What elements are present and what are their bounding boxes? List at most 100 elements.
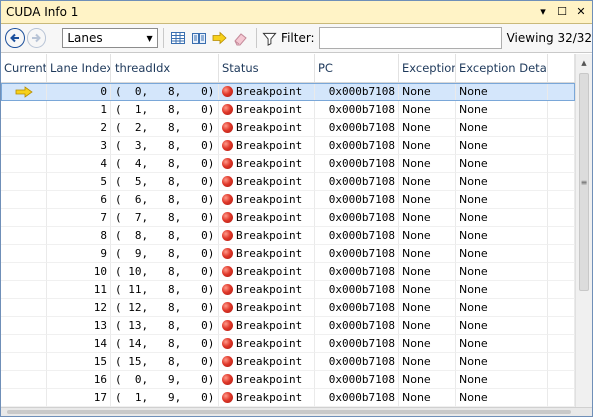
- exception-cell-text: None: [402, 265, 431, 278]
- status-cell: Breakpoint: [219, 389, 315, 407]
- table-row[interactable]: 10 ( 10, 8, 0) Breakpoint 0x000b7108 None Non…: [1, 263, 575, 281]
- table-row[interactable]: 15 ( 15, 8, 0) Breakpoint 0x000b7108 None Non…: [1, 353, 575, 371]
- horizontal-scrollbar[interactable]: [1, 407, 592, 416]
- exception-cell-text: None: [402, 283, 431, 296]
- exception-cell: None: [399, 317, 456, 335]
- threadidx-cell-text: ( 12, 8, 0): [115, 301, 215, 314]
- vertical-scroll-thumb[interactable]: ≡: [579, 73, 589, 291]
- horizontal-scroll-thumb[interactable]: [7, 410, 571, 414]
- pc-cell-text: 0x000b7108: [328, 193, 395, 206]
- filler-cell: [548, 389, 575, 407]
- threadidx-cell-text: ( 9, 8, 0): [115, 247, 215, 260]
- maximize-button[interactable]: ☐: [554, 4, 570, 20]
- pc-cell: 0x000b7108: [315, 353, 399, 371]
- current-cell: [1, 209, 47, 227]
- column-header-status[interactable]: Status: [219, 54, 315, 82]
- exception-details-cell-text: None: [459, 301, 488, 314]
- exception-details-cell: None: [456, 353, 548, 371]
- filler-cell: [548, 209, 575, 227]
- exception-details-cell-text: None: [459, 85, 488, 98]
- lane-index-cell-text: 14: [93, 337, 107, 350]
- column-header-exception[interactable]: Exception: [399, 54, 456, 82]
- arrow-right-icon: [32, 33, 42, 43]
- status-cell-text: Breakpoint: [236, 103, 303, 116]
- column-header-threadidx[interactable]: threadIdx: [111, 54, 219, 82]
- threadidx-cell-text: ( 14, 8, 0): [115, 337, 215, 350]
- table-row[interactable]: 0 ( 0, 8, 0) Breakpoint 0x000b7108 None None: [1, 83, 575, 101]
- current-cell: [1, 371, 47, 389]
- exception-details-cell: None: [456, 389, 548, 407]
- grid-view-button[interactable]: [169, 28, 189, 48]
- exception-cell-text: None: [402, 319, 431, 332]
- table-row[interactable]: 12 ( 12, 8, 0) Breakpoint 0x000b7108 None Non…: [1, 299, 575, 317]
- goto-current-button[interactable]: [210, 28, 230, 48]
- threadidx-cell-text: ( 3, 8, 0): [115, 139, 215, 152]
- status-cell: Breakpoint: [219, 137, 315, 155]
- table-row[interactable]: 4 ( 4, 8, 0) Breakpoint 0x000b7108 None None: [1, 155, 575, 173]
- view-select[interactable]: Lanes ▼: [62, 28, 158, 48]
- column-header-exception-details[interactable]: Exception Details: [456, 54, 548, 82]
- breakpoint-icon: [222, 212, 233, 223]
- threadidx-cell: ( 1, 8, 0): [111, 101, 219, 119]
- exception-details-cell: None: [456, 101, 548, 119]
- table-row[interactable]: 2 ( 2, 8, 0) Breakpoint 0x000b7108 None None: [1, 119, 575, 137]
- table-row[interactable]: 6 ( 6, 8, 0) Breakpoint 0x000b7108 None None: [1, 191, 575, 209]
- lane-index-cell: 12: [47, 299, 111, 317]
- pc-cell: 0x000b7108: [315, 317, 399, 335]
- filter-icon: [262, 31, 277, 46]
- breakpoint-icon: [222, 230, 233, 241]
- memory-view-button[interactable]: [189, 28, 209, 48]
- column-header-current[interactable]: Current: [1, 54, 47, 82]
- pc-cell: 0x000b7108: [315, 155, 399, 173]
- exception-cell-text: None: [402, 337, 431, 350]
- breakpoint-icon: [222, 140, 233, 151]
- exception-cell: None: [399, 191, 456, 209]
- breakpoint-icon: [222, 266, 233, 277]
- exception-details-cell-text: None: [459, 229, 488, 242]
- current-arrow-icon: [15, 85, 33, 98]
- column-header-lane-index[interactable]: Lane Index: [47, 54, 111, 82]
- table-row[interactable]: 3 ( 3, 8, 0) Breakpoint 0x000b7108 None None: [1, 137, 575, 155]
- table-row[interactable]: 17 ( 1, 9, 0) Breakpoint 0x000b7108 None None: [1, 389, 575, 407]
- exception-details-cell: None: [456, 155, 548, 173]
- threadidx-cell: ( 0, 9, 0): [111, 371, 219, 389]
- table-row[interactable]: 5 ( 5, 8, 0) Breakpoint 0x000b7108 None None: [1, 173, 575, 191]
- close-button[interactable]: ✕: [573, 4, 589, 20]
- table-row[interactable]: 11 ( 11, 8, 0) Breakpoint 0x000b7108 None Non…: [1, 281, 575, 299]
- table-row[interactable]: 16 ( 0, 9, 0) Breakpoint 0x000b7108 None None: [1, 371, 575, 389]
- current-cell: [1, 191, 47, 209]
- status-cell-text: Breakpoint: [236, 391, 303, 404]
- breakpoint-icon: [222, 392, 233, 403]
- status-cell-text: Breakpoint: [236, 121, 303, 134]
- status-cell-text: Breakpoint: [236, 229, 303, 242]
- lane-index-cell: 7: [47, 209, 111, 227]
- window-dropdown-button[interactable]: ▾: [535, 4, 551, 20]
- exception-cell: None: [399, 137, 456, 155]
- filter-input[interactable]: [318, 27, 502, 49]
- table-row[interactable]: 1 ( 1, 8, 0) Breakpoint 0x000b7108 None None: [1, 101, 575, 119]
- status-cell: Breakpoint: [219, 155, 315, 173]
- vertical-scrollbar[interactable]: ▲ ≡: [575, 54, 592, 407]
- table-row[interactable]: 8 ( 8, 8, 0) Breakpoint 0x000b7108 None None: [1, 227, 575, 245]
- current-cell: [1, 389, 47, 407]
- forward-button[interactable]: [26, 28, 47, 48]
- table-row[interactable]: 7 ( 7, 8, 0) Breakpoint 0x000b7108 None None: [1, 209, 575, 227]
- table-row[interactable]: 14 ( 14, 8, 0) Breakpoint 0x000b7108 None Non…: [1, 335, 575, 353]
- current-cell: [1, 173, 47, 191]
- back-button[interactable]: [5, 28, 25, 48]
- grid-body: 0( 0, 8, 0) Breakpoint 0x000b7108 None None 1…: [1, 83, 575, 407]
- lane-index-cell: 1: [47, 101, 111, 119]
- status-cell-text: Breakpoint: [236, 265, 303, 278]
- threadidx-cell: ( 9, 8, 0): [111, 245, 219, 263]
- table-row[interactable]: 9 ( 9, 8, 0) Breakpoint 0x000b7108 None None: [1, 245, 575, 263]
- status-cell: Breakpoint: [219, 263, 315, 281]
- exception-cell-text: None: [402, 301, 431, 314]
- exception-details-cell: None: [456, 83, 548, 101]
- table-row[interactable]: 13 ( 13, 8, 0) Breakpoint 0x000b7108 None Non…: [1, 317, 575, 335]
- breakpoint-icon: [222, 284, 233, 295]
- scroll-up-arrow-icon[interactable]: ▲: [576, 54, 592, 71]
- clear-button[interactable]: [230, 28, 250, 48]
- threadidx-cell-text: ( 7, 8, 0): [115, 211, 215, 224]
- column-header-pc[interactable]: PC: [315, 54, 399, 82]
- lane-index-cell: 15: [47, 353, 111, 371]
